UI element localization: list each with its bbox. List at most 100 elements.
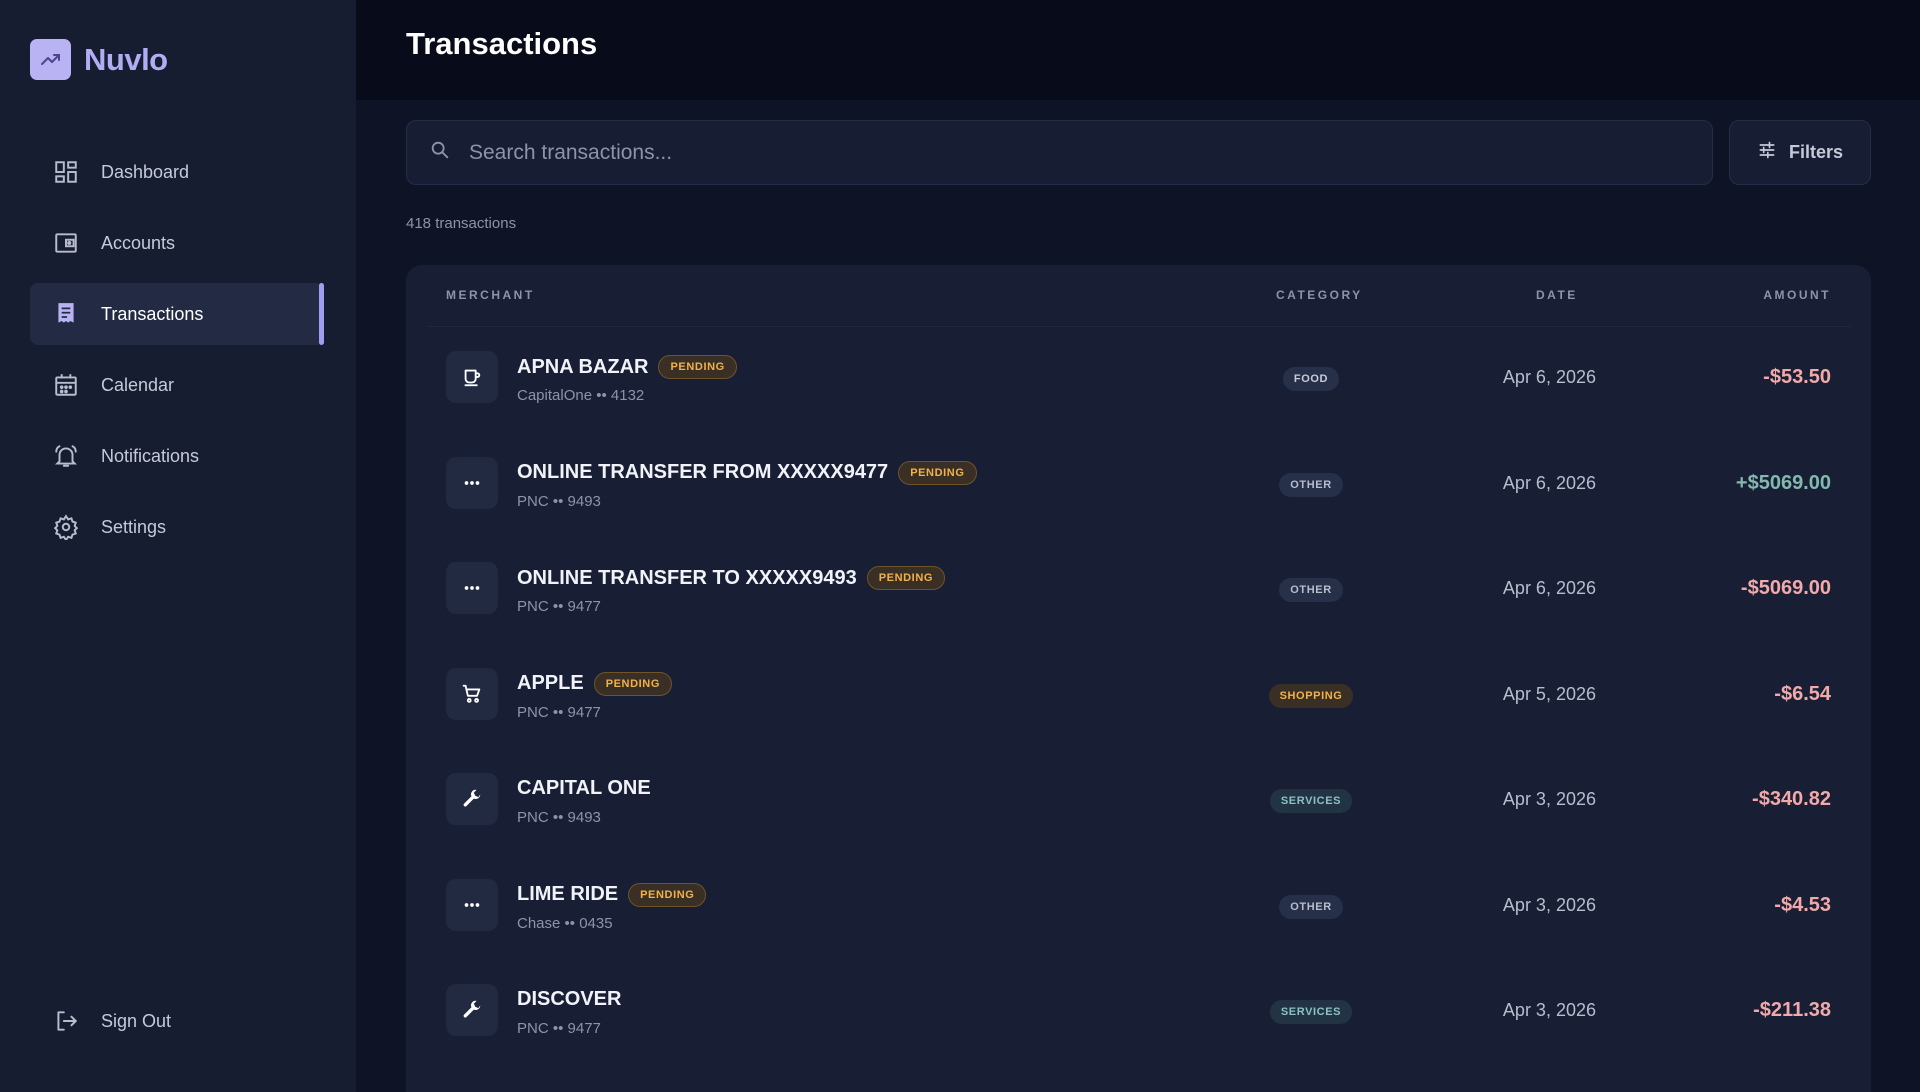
category-badge: FOOD <box>1282 367 1340 391</box>
amount-cell: -$211.38 <box>1753 999 1831 1021</box>
sliders-icon <box>1757 140 1777 165</box>
account-label: PNC •• 9477 <box>517 598 601 615</box>
category-badge: SERVICES <box>1269 1000 1353 1024</box>
cart-icon <box>446 667 498 720</box>
merchant-name: DISCOVER <box>517 988 622 1010</box>
merchant-name: APPLE <box>517 672 584 694</box>
date-cell: Apr 6, 2026 <box>1502 472 1596 493</box>
merchant-cell: LIME RIDE PENDING <box>517 882 707 907</box>
more-icon <box>446 456 498 509</box>
category-cell: FOOD <box>1256 367 1366 391</box>
merchant-name: LIME RIDE <box>517 883 619 905</box>
account-label: PNC •• 9493 <box>517 492 601 510</box>
sidebar-item-settings[interactable]: Settings <box>30 496 324 558</box>
brand[interactable]: Nuvlo <box>30 39 168 80</box>
sidebar-item-label: Transactions <box>101 303 204 324</box>
category-cell: SERVICES <box>1256 1000 1366 1024</box>
wrench-icon <box>446 773 498 825</box>
sidebar-item-accounts[interactable]: Accounts <box>30 212 324 274</box>
amount-cell: -$4.53 <box>1774 893 1831 916</box>
sign-out-label: Sign Out <box>101 1010 172 1031</box>
top-bar: Transactions <box>356 0 1920 100</box>
sidebar-item-label: Dashboard <box>101 161 190 182</box>
sidebar-item-transactions[interactable]: Transactions <box>30 283 324 345</box>
merchant-name: APNA BAZAR <box>517 355 649 378</box>
merchant-cell: ONLINE TRANSFER TO XXXXX9493 PENDING <box>517 566 946 590</box>
column-header-date[interactable]: DATE <box>1536 288 1578 302</box>
filters-button[interactable]: Filters <box>1729 120 1871 185</box>
transaction-count: 418 transactions <box>406 215 517 232</box>
bell-icon <box>52 442 80 470</box>
merchant-cell: APNA BAZAR PENDING <box>517 355 737 379</box>
category-badge: OTHER <box>1279 894 1343 919</box>
wallet-icon <box>52 229 80 257</box>
account-label: Chase •• 0435 <box>517 914 613 932</box>
table-row[interactable]: LIME RIDE PENDING Chase •• 0435 OTHER Apr 3,… <box>406 855 1871 961</box>
column-header-amount[interactable]: AMOUNT <box>1763 288 1831 302</box>
column-header-merchant[interactable]: MERCHANT <box>446 288 535 302</box>
sidebar-item-dashboard[interactable]: Dashboard <box>30 141 324 203</box>
filters-label: Filters <box>1788 142 1844 162</box>
pending-badge: PENDING <box>593 671 673 696</box>
merchant-cell: APPLE PENDING <box>517 671 673 696</box>
merchant-cell: ONLINE TRANSFER FROM XXXXX9477 PENDING <box>517 460 977 485</box>
transactions-table: MERCHANT CATEGORY DATE AMOUNT APNA BAZAR… <box>406 265 1871 1092</box>
pending-badge: PENDING <box>628 882 707 907</box>
table-row[interactable]: APPLE PENDING PNC •• 9477 SHOPPING Apr 5, 20… <box>406 644 1871 750</box>
account-label: PNC •• 9493 <box>517 809 601 826</box>
account-label: PNC •• 9477 <box>517 1020 601 1037</box>
main-content: Transactions Filters 418 transactions <box>356 0 1920 1092</box>
page-title: Transactions <box>406 26 598 61</box>
category-cell: OTHER <box>1256 894 1366 919</box>
app-root: Nuvlo Dashboard Accounts Transactions Calen… <box>0 0 1920 1092</box>
cup-icon <box>446 351 498 403</box>
amount-cell: -$6.54 <box>1774 682 1831 705</box>
sidebar-item-calendar[interactable]: Calendar <box>30 354 324 416</box>
table-row[interactable]: ONLINE TRANSFER FROM XXXXX9477 PENDING PNC… <box>406 433 1871 539</box>
date-cell: Apr 3, 2026 <box>1502 789 1596 809</box>
receipt-icon <box>52 300 80 328</box>
merchant-cell: CAPITAL ONE <box>517 777 651 800</box>
category-badge: SHOPPING <box>1268 683 1354 708</box>
amount-cell: -$5069.00 <box>1740 577 1831 599</box>
table-body: APNA BAZAR PENDING CapitalOne •• 4132 FOOD A… <box>406 327 1871 1066</box>
search-input[interactable] <box>469 140 1649 165</box>
account-label: CapitalOne •• 4132 <box>517 387 645 404</box>
merchant-name: CAPITAL ONE <box>517 777 651 799</box>
category-badge: OTHER <box>1279 578 1343 602</box>
brand-name: Nuvlo <box>84 41 168 77</box>
sidebar-nav: Dashboard Accounts Transactions Calendar Not… <box>30 141 324 567</box>
date-cell: Apr 3, 2026 <box>1502 894 1596 915</box>
category-badge: OTHER <box>1279 472 1343 497</box>
pending-badge: PENDING <box>658 355 737 379</box>
category-badge: SERVICES <box>1269 789 1353 813</box>
sidebar-item-label: Accounts <box>101 232 176 253</box>
date-cell: Apr 6, 2026 <box>1502 578 1596 598</box>
amount-cell: -$53.50 <box>1763 366 1831 388</box>
wrench-icon <box>446 984 498 1036</box>
table-row[interactable]: DISCOVER PNC •• 9477 SERVICES Apr 3, 2026 -$… <box>406 960 1871 1066</box>
sidebar: Nuvlo Dashboard Accounts Transactions Calen… <box>0 0 356 1092</box>
gear-icon <box>52 513 80 541</box>
column-header-category[interactable]: CATEGORY <box>1276 288 1363 302</box>
dashboard-icon <box>52 158 80 186</box>
table-row[interactable]: APNA BAZAR PENDING CapitalOne •• 4132 FOOD A… <box>406 327 1871 433</box>
sidebar-item-label: Notifications <box>101 445 200 466</box>
logout-icon <box>52 1007 80 1035</box>
account-label: PNC •• 9477 <box>517 703 601 721</box>
sidebar-item-notifications[interactable]: Notifications <box>30 425 324 487</box>
sign-out-button[interactable]: Sign Out <box>30 990 324 1052</box>
search-icon <box>429 139 451 166</box>
table-row[interactable]: ONLINE TRANSFER TO XXXXX9493 PENDING PNC •… <box>406 538 1871 644</box>
sidebar-item-label: Calendar <box>101 374 175 395</box>
table-row[interactable]: CAPITAL ONE PNC •• 9493 SERVICES Apr 3, 202… <box>406 749 1871 855</box>
calendar-icon <box>52 371 80 399</box>
amount-cell: -$340.82 <box>1752 788 1831 810</box>
pending-badge: PENDING <box>866 566 946 590</box>
search-bar[interactable] <box>406 120 1713 185</box>
more-icon <box>446 878 498 931</box>
amount-cell: +$5069.00 <box>1735 471 1831 494</box>
table-header: MERCHANT CATEGORY DATE AMOUNT <box>426 265 1851 327</box>
date-cell: Apr 3, 2026 <box>1502 1000 1596 1020</box>
merchant-cell: DISCOVER <box>517 988 621 1011</box>
